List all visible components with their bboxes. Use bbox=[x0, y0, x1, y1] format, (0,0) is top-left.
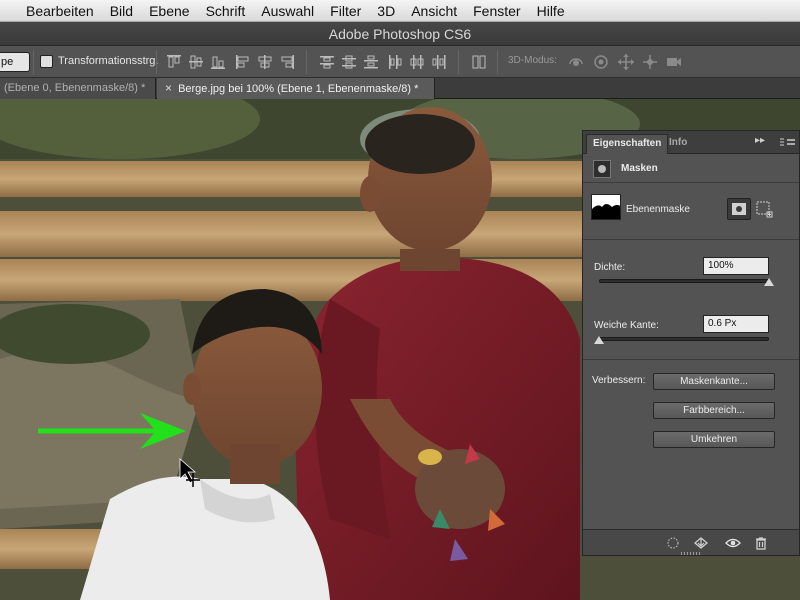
tab-document-berge[interactable]: × Berge.jpg bei 100% (Ebene 1, Ebenenmas… bbox=[157, 78, 435, 99]
vector-mask-icon[interactable] bbox=[755, 200, 773, 218]
mode-3d-label: 3D-Modus: bbox=[508, 55, 557, 66]
panel-menu-icon[interactable] bbox=[779, 135, 797, 149]
auto-align-icon[interactable] bbox=[470, 53, 488, 71]
menu-auswahl[interactable]: Auswahl bbox=[253, 0, 322, 22]
feather-slider-thumb[interactable] bbox=[594, 336, 604, 344]
tab-eigenschaften[interactable]: Eigenschaften bbox=[586, 134, 669, 154]
tab-label: (Ebene 0, Ebenenmaske/8) * bbox=[4, 82, 146, 94]
collapse-panel-icon[interactable]: ▸▸ bbox=[755, 135, 769, 146]
mask-edge-button[interactable]: Maskenkante... bbox=[653, 373, 775, 390]
menu-3d[interactable]: 3D bbox=[369, 0, 403, 22]
menu-bar: Bearbeiten Bild Ebene Schrift Auswahl Fi… bbox=[0, 0, 800, 22]
layer-mask-label: Ebenenmaske bbox=[626, 204, 690, 215]
pan-3d-icon[interactable] bbox=[616, 52, 636, 72]
menu-bild[interactable]: Bild bbox=[102, 0, 141, 22]
distribute-right-icon[interactable] bbox=[430, 53, 448, 71]
document-tab-bar: (Ebene 0, Ebenenmaske/8) * × Berge.jpg b… bbox=[0, 78, 800, 99]
resize-grip[interactable] bbox=[681, 552, 701, 555]
invert-button[interactable]: Umkehren bbox=[653, 431, 775, 448]
align-right-icon[interactable] bbox=[278, 53, 296, 71]
options-divider bbox=[458, 50, 459, 74]
mask-thumbnail[interactable] bbox=[591, 194, 621, 220]
align-left-icon[interactable] bbox=[234, 53, 252, 71]
distribute-hcenter-icon[interactable] bbox=[408, 53, 426, 71]
tab-label: Berge.jpg bei 100% (Ebene 1, Ebenenmaske… bbox=[178, 83, 419, 95]
rotate-3d-icon[interactable] bbox=[566, 52, 586, 72]
menu-ansicht[interactable]: Ansicht bbox=[403, 0, 465, 22]
options-divider bbox=[306, 50, 307, 74]
panel-divider bbox=[583, 239, 799, 240]
menu-fenster[interactable]: Fenster bbox=[465, 0, 528, 22]
density-field[interactable]: 100% bbox=[703, 257, 769, 275]
auto-select-dropdown[interactable]: pe bbox=[0, 52, 30, 72]
slide-3d-icon[interactable] bbox=[640, 52, 660, 72]
options-divider bbox=[33, 50, 34, 74]
pixel-mask-button[interactable] bbox=[727, 198, 751, 220]
density-slider[interactable] bbox=[599, 279, 769, 283]
feather-field[interactable]: 0.6 Px bbox=[703, 315, 769, 333]
feather-label: Weiche Kante: bbox=[594, 320, 659, 331]
distribute-vcenter-icon[interactable] bbox=[340, 53, 358, 71]
color-range-button[interactable]: Farbbereich... bbox=[653, 402, 775, 419]
options-bar: pe Transformationsstrg. 3D-Modus: bbox=[0, 46, 800, 78]
mask-icon bbox=[593, 160, 611, 178]
properties-panel: Eigenschaften Info ▸▸ Masken Ebenenmaske… bbox=[582, 130, 800, 556]
menu-filter[interactable]: Filter bbox=[322, 0, 369, 22]
menu-hilfe[interactable]: Hilfe bbox=[529, 0, 573, 22]
options-divider bbox=[156, 50, 157, 74]
masks-section-header: Masken bbox=[583, 155, 799, 183]
align-hcenter-icon[interactable] bbox=[256, 53, 274, 71]
align-vcenter-icon[interactable] bbox=[187, 53, 205, 71]
tab-info[interactable]: Info bbox=[663, 134, 693, 154]
trash-icon[interactable] bbox=[753, 535, 769, 551]
density-label: Dichte: bbox=[594, 262, 626, 273]
menu-ebene[interactable]: Ebene bbox=[141, 0, 197, 22]
distribute-top-icon[interactable] bbox=[318, 53, 336, 71]
load-selection-icon[interactable] bbox=[665, 535, 681, 551]
panel-tab-strip: Eigenschaften Info ▸▸ bbox=[583, 131, 799, 154]
options-divider bbox=[497, 50, 498, 74]
scale-3d-icon[interactable] bbox=[664, 52, 684, 72]
menu-bearbeiten[interactable]: Bearbeiten bbox=[18, 0, 102, 22]
refine-label: Verbessern: bbox=[592, 375, 646, 386]
section-title: Masken bbox=[621, 163, 658, 174]
align-bottom-icon[interactable] bbox=[209, 53, 227, 71]
tab-document-1[interactable]: (Ebene 0, Ebenenmaske/8) * bbox=[0, 78, 156, 99]
distribute-left-icon[interactable] bbox=[386, 53, 404, 71]
eye-icon[interactable] bbox=[725, 535, 741, 551]
apple-menu-icon[interactable] bbox=[2, 0, 18, 22]
transform-controls-label: Transformationsstrg. bbox=[58, 55, 159, 67]
roll-3d-icon[interactable] bbox=[591, 52, 611, 72]
align-top-icon[interactable] bbox=[165, 53, 183, 71]
apply-mask-icon[interactable] bbox=[693, 535, 709, 551]
menu-schrift[interactable]: Schrift bbox=[198, 0, 254, 22]
density-slider-thumb[interactable] bbox=[764, 278, 774, 286]
distribute-bottom-icon[interactable] bbox=[362, 53, 380, 71]
window-title: Adobe Photoshop CS6 bbox=[0, 22, 800, 46]
close-icon[interactable]: × bbox=[165, 78, 175, 99]
panel-divider bbox=[583, 359, 799, 360]
feather-slider[interactable] bbox=[599, 337, 769, 341]
transform-controls-checkbox[interactable] bbox=[40, 55, 53, 68]
